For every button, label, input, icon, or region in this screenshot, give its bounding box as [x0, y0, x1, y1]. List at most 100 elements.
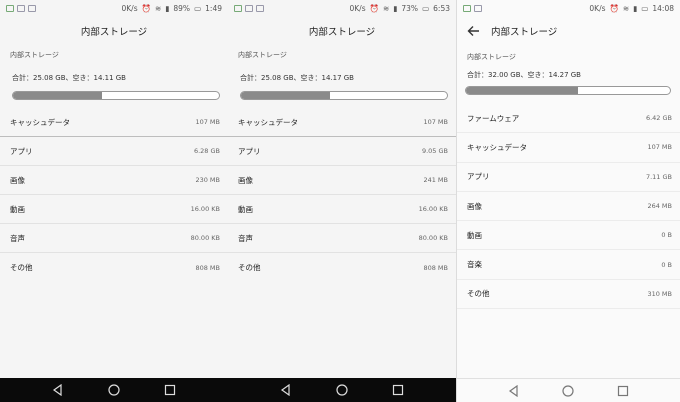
signal-icon: ▮	[633, 3, 638, 13]
storage-category-list: キャッシュデータ 107 MB アプリ 9.05 GB 画像 241 MB 動画 16.…	[228, 108, 456, 282]
list-item[interactable]: キャッシュデータ 107 MB	[0, 108, 228, 137]
nav-back-icon[interactable]	[279, 383, 293, 397]
notification-icon	[256, 4, 264, 12]
storage-usage-fill	[13, 92, 102, 99]
notification-icon	[245, 4, 253, 12]
item-label: ファームウェア	[467, 113, 520, 123]
list-item[interactable]: 画像 230 MB	[0, 166, 228, 195]
list-item[interactable]: 音声 80.00 KB	[228, 224, 456, 253]
back-arrow-icon[interactable]	[467, 24, 481, 38]
item-label: その他	[10, 263, 33, 272]
alarm-icon: ⏰	[369, 3, 379, 13]
battery-percent: 89%	[173, 3, 191, 13]
storage-usage-bar	[465, 86, 671, 95]
item-size: 241 MB	[423, 176, 448, 184]
item-label: 音楽	[467, 260, 482, 270]
list-item[interactable]: その他 310 MB	[457, 280, 680, 310]
notification-icons	[234, 4, 264, 12]
item-size: 808 MB	[195, 263, 220, 272]
battery-icon: ▭	[194, 3, 202, 13]
network-speed: 0K/s	[121, 3, 138, 13]
settings-screen-2: 0K/s ⏰ ≋ ▮ 73% ▭ 6:53 内部ストレージ 内部ストレージ 合計…	[228, 0, 456, 402]
notification-icon	[28, 4, 36, 12]
notification-icon	[6, 4, 14, 12]
section-label: 内部ストレージ	[467, 53, 516, 61]
signal-icon: ▮	[393, 3, 398, 13]
storage-usage-bar	[240, 91, 448, 100]
nav-home-icon[interactable]	[561, 384, 575, 398]
list-item[interactable]: キャッシュデータ 107 MB	[457, 133, 680, 163]
list-item[interactable]: 画像 264 MB	[457, 192, 680, 222]
list-item[interactable]: アプリ 6.28 GB	[0, 137, 228, 166]
page-title: 内部ストレージ	[308, 27, 376, 38]
list-item[interactable]: ファームウェア 6.42 GB	[457, 104, 680, 134]
battery-icon: ▭	[641, 3, 649, 13]
storage-usage-bar	[12, 91, 220, 100]
item-size: 310 MB	[647, 289, 672, 298]
nav-recents-icon[interactable]	[163, 383, 177, 397]
nav-recents-icon[interactable]	[391, 383, 405, 397]
navigation-bar	[228, 378, 456, 402]
storage-summary: 合計：25.08 GB、空き：14.11 GB	[12, 74, 126, 82]
list-item[interactable]: 動画 16.00 KB	[228, 195, 456, 224]
wifi-icon: ≋	[622, 3, 630, 13]
battery-icon: ▭	[422, 3, 430, 13]
storage-usage-fill	[466, 87, 579, 94]
section-label: 内部ストレージ	[238, 51, 287, 59]
item-label: キャッシュデータ	[10, 117, 70, 127]
list-item[interactable]: アプリ 7.11 GB	[457, 163, 680, 192]
item-size: 230 MB	[195, 176, 220, 184]
section-label: 内部ストレージ	[10, 51, 59, 59]
notification-icon	[234, 4, 242, 12]
network-speed: 0K/s	[589, 3, 606, 13]
notification-icons	[463, 4, 482, 12]
item-size: 0 B	[661, 260, 672, 269]
item-size: 6.42 GB	[645, 114, 672, 123]
storage-category-list: ファームウェア 6.42 GB キャッシュデータ 107 MB アプリ 7.11 GB…	[457, 104, 680, 310]
item-label: 動画	[10, 204, 25, 214]
list-item[interactable]: その他 808 MB	[0, 253, 228, 282]
notification-icon	[17, 4, 25, 12]
list-item[interactable]: キャッシュデータ 107 MB	[228, 108, 456, 137]
signal-icon: ▮	[165, 3, 170, 13]
battery-percent: 73%	[401, 3, 419, 13]
list-item[interactable]: 音楽 0 B	[457, 250, 680, 280]
item-size: 0 B	[661, 231, 672, 240]
settings-screen-1: 0K/s ⏰ ≋ ▮ 89% ▭ 1:49 内部ストレージ 内部ストレージ 合計…	[0, 0, 228, 402]
storage-summary: 合計：32.00 GB、空き：14.27 GB	[467, 71, 581, 79]
item-size: 107 MB	[195, 118, 220, 126]
list-item[interactable]: その他 808 MB	[228, 253, 456, 282]
nav-home-icon[interactable]	[335, 383, 349, 397]
wifi-icon: ≋	[382, 3, 390, 13]
nav-back-icon[interactable]	[507, 384, 521, 398]
status-bar: 0K/s ⏰ ≋ ▮ 73% ▭ 6:53	[228, 0, 456, 16]
notification-icon	[463, 4, 471, 12]
nav-back-icon[interactable]	[51, 383, 65, 397]
item-size: 107 MB	[423, 118, 448, 126]
item-label: 画像	[10, 175, 25, 185]
list-item[interactable]: 動画 0 B	[457, 221, 680, 251]
settings-screen-3: 0K/s ⏰ ≋ ▮ ▭ 14:08 内部ストレージ 内部ストレージ 合計：32…	[456, 0, 680, 402]
list-item[interactable]: 音声 80.00 KB	[0, 224, 228, 253]
clock: 6:53	[433, 3, 450, 13]
list-item[interactable]: 画像 241 MB	[228, 166, 456, 195]
item-label: 動画	[238, 204, 253, 214]
item-label: アプリ	[467, 172, 490, 182]
item-label: キャッシュデータ	[467, 142, 527, 152]
item-label: その他	[467, 289, 490, 299]
item-label: 画像	[467, 201, 482, 211]
item-size: 808 MB	[423, 263, 448, 272]
list-item[interactable]: アプリ 9.05 GB	[228, 137, 456, 166]
page-title: 内部ストレージ	[80, 27, 148, 38]
nav-home-icon[interactable]	[107, 383, 121, 397]
item-size: 264 MB	[647, 202, 672, 211]
nav-recents-icon[interactable]	[616, 384, 630, 398]
network-speed: 0K/s	[349, 3, 366, 13]
clock: 1:49	[205, 3, 222, 13]
item-size: 80.00 KB	[190, 234, 220, 242]
clock: 14:08	[652, 3, 674, 13]
list-item[interactable]: 動画 16.00 KB	[0, 195, 228, 224]
item-label: アプリ	[238, 146, 261, 156]
item-size: 80.00 KB	[418, 234, 448, 242]
storage-summary: 合計：25.08 GB、空き：14.17 GB	[240, 74, 354, 82]
